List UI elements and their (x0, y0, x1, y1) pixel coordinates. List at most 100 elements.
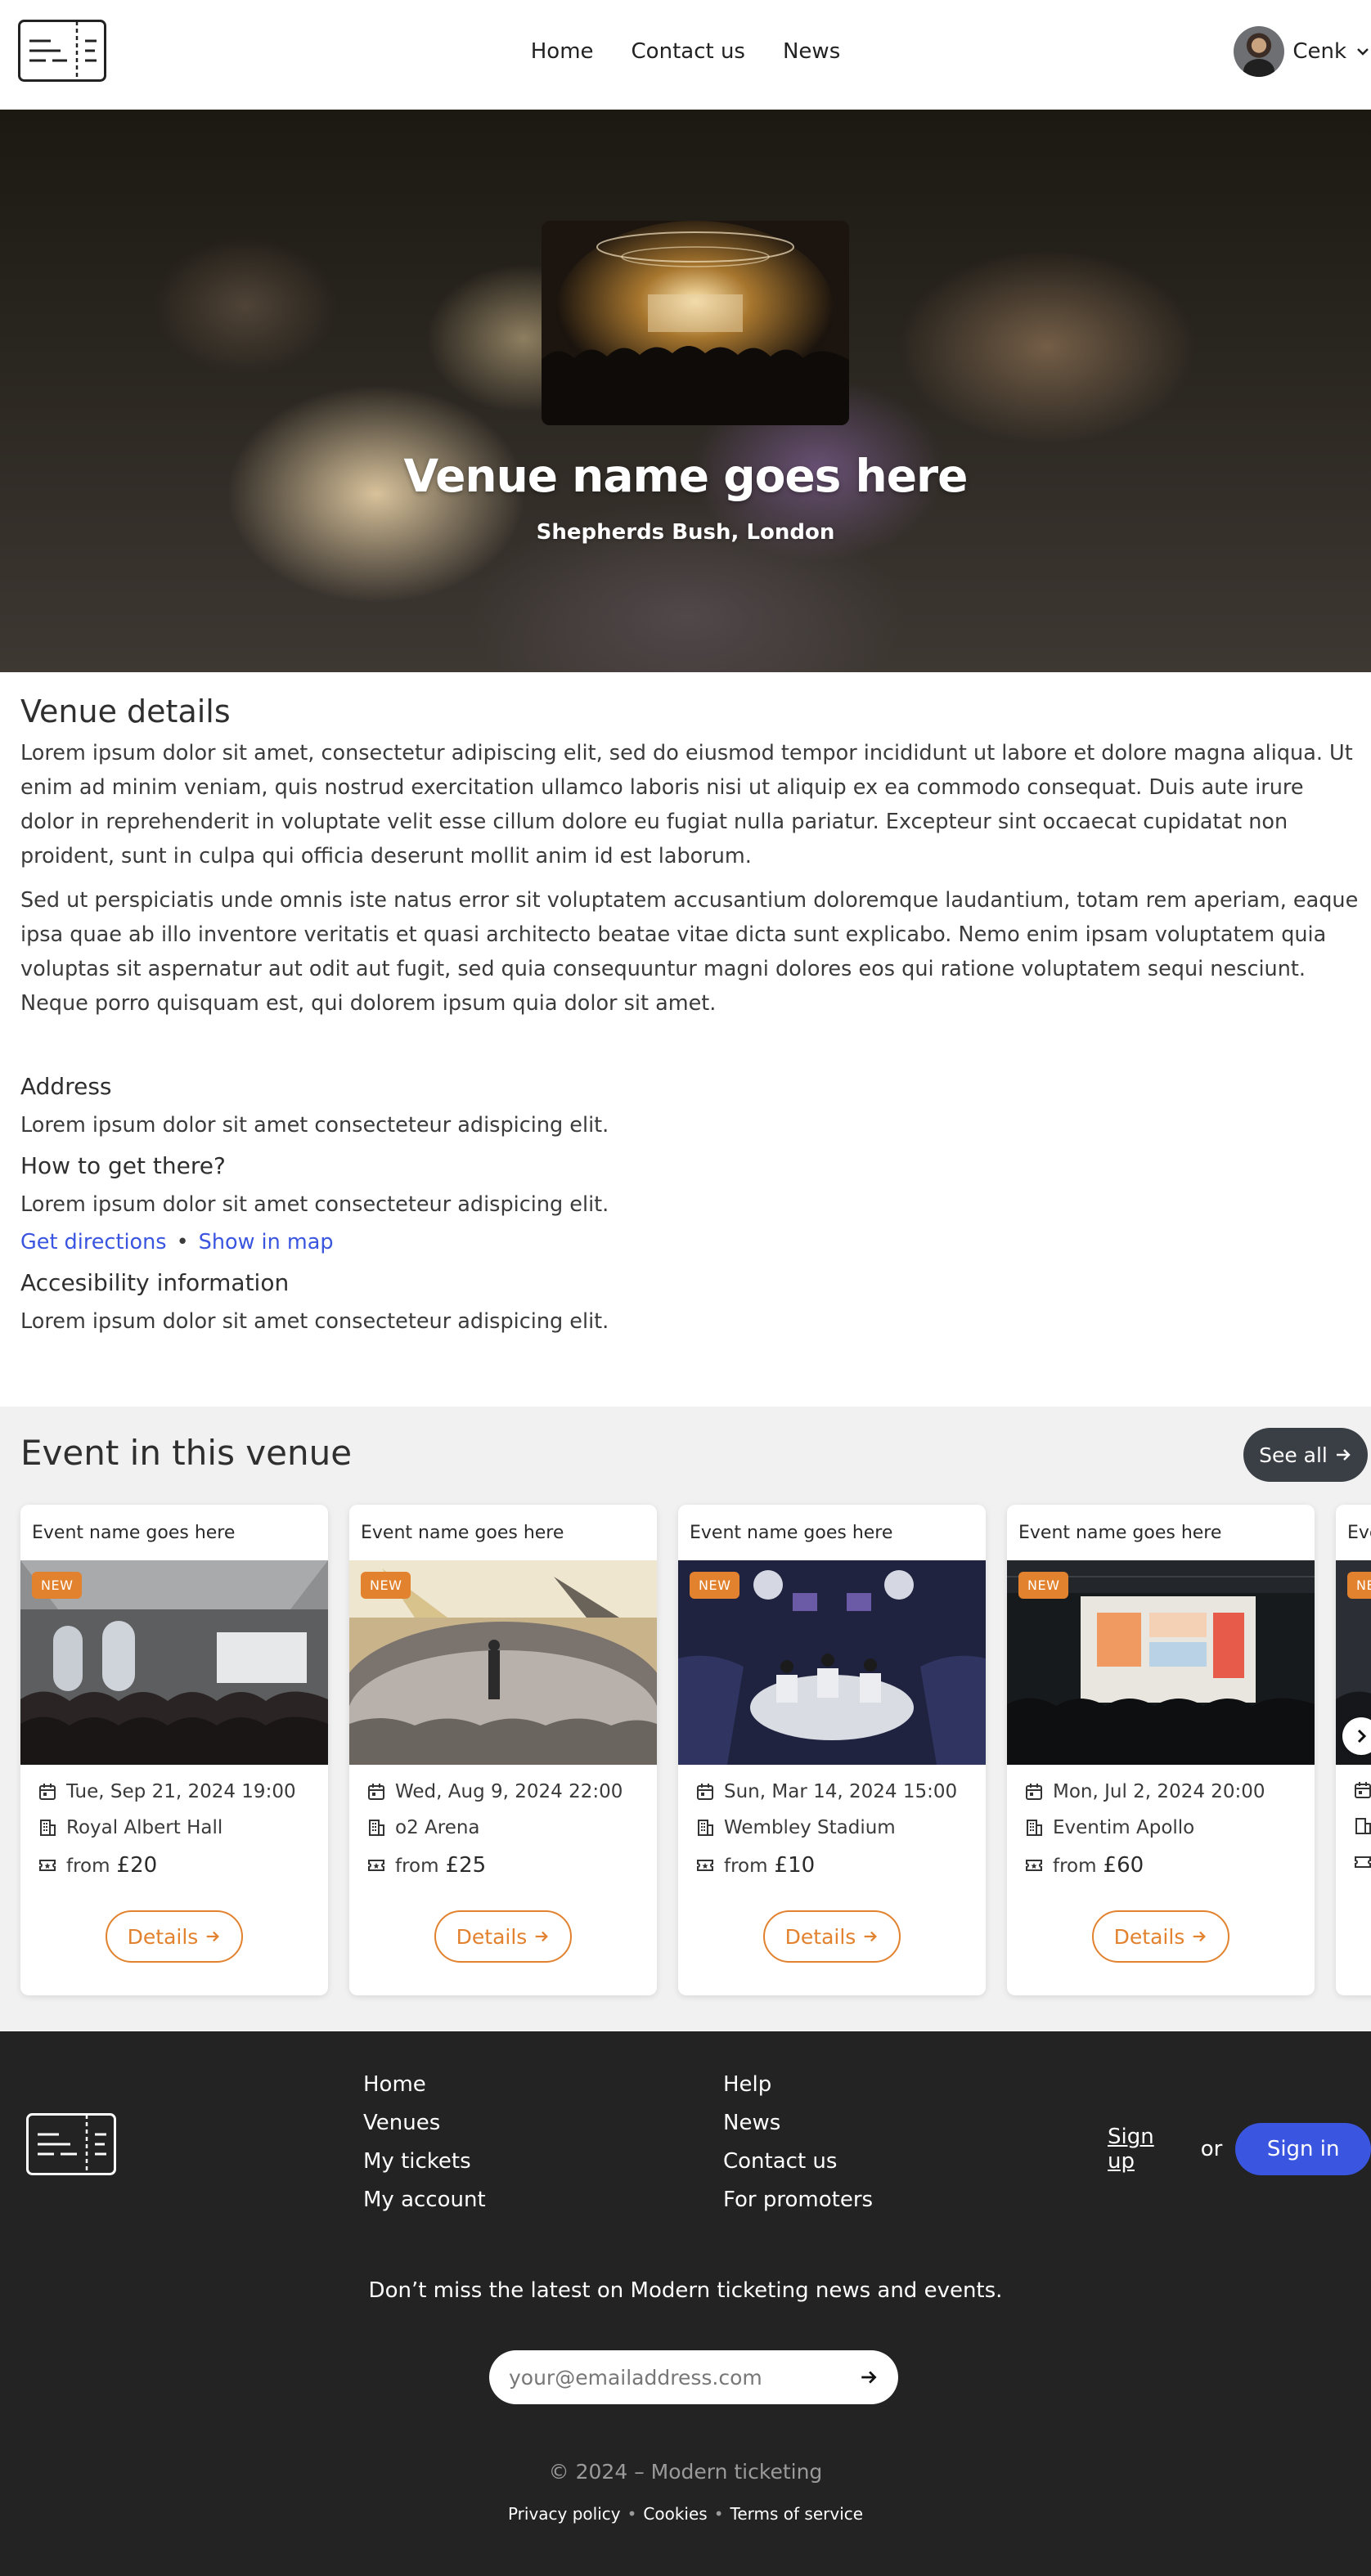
new-badge: NEW (361, 1572, 411, 1599)
footer-link-my-account[interactable]: My account (363, 2188, 486, 2213)
event-venue-text: Royal Albert Hall (66, 1817, 223, 1838)
sign-in-label: Sign in (1266, 2137, 1340, 2161)
from-label: from (1053, 1856, 1097, 1877)
event-image: NEW (1007, 1560, 1315, 1765)
event-venue: Eventim Apollo (1025, 1817, 1194, 1838)
privacy-policy-link[interactable]: Privacy policy (508, 2504, 621, 2524)
footer-link-promoters[interactable]: For promoters (723, 2188, 873, 2213)
building-icon (40, 1820, 56, 1836)
building-icon (1355, 1818, 1371, 1834)
from-label: from (724, 1856, 768, 1877)
section-heading: Venue details (20, 693, 231, 729)
details-button[interactable]: Details (434, 1910, 572, 1963)
event-date: Wed, Aug 9, 2024 22:00 (367, 1781, 623, 1802)
terms-link[interactable]: Terms of service (730, 2504, 864, 2524)
site-footer: Home Venues My tickets My account Help N… (0, 2031, 1371, 2576)
details-label: Details (127, 1924, 199, 1949)
event-carousel: Event name goes here NEW Tue, Sep 21, 20… (20, 1505, 1371, 1995)
price-value: £25 (445, 1853, 487, 1878)
address-text: Lorem ipsum dolor sit amet consecteteur … (20, 1113, 609, 1138)
venue-title: Venue name goes here (403, 450, 969, 502)
event-image: NEW (349, 1560, 657, 1765)
footer-link-home[interactable]: Home (363, 2072, 486, 2098)
address-heading: Address (20, 1073, 112, 1100)
email-field[interactable] (509, 2365, 859, 2390)
details-button[interactable]: Details (106, 1910, 243, 1963)
venue-photo (542, 221, 849, 425)
event-name: Event name goes here (361, 1523, 564, 1543)
link-separator: • (176, 1230, 189, 1254)
arrow-right-icon (1336, 1449, 1351, 1461)
footer-link-news[interactable]: News (723, 2111, 873, 2136)
nav-link-home[interactable]: Home (531, 39, 594, 64)
event-card[interactable]: Event name goes here NEW Mon, Jul 2, 202… (1007, 1505, 1315, 1995)
ticket-icon (697, 1860, 713, 1871)
event-date: Sun, Mar 14, 2024 15:00 (696, 1781, 957, 1802)
event-name: Event name goes here (690, 1523, 893, 1543)
footer-link-help[interactable]: Help (723, 2072, 873, 2098)
user-menu[interactable]: Cenk (1234, 26, 1371, 77)
footer-link-contact[interactable]: Contact us (723, 2149, 873, 2174)
details-label: Details (784, 1924, 856, 1949)
event-venue: Wembley Stadium (696, 1817, 896, 1838)
details-button[interactable]: Details (763, 1910, 901, 1963)
new-badge: NEW (32, 1572, 83, 1599)
event-name: Event name goes here (1018, 1523, 1222, 1543)
events-section: Event in this venue See all Event name g… (0, 1407, 1371, 2031)
venue-details-section: Venue details Lorem ipsum dolor sit amet… (20, 693, 1362, 1334)
show-in-map-link[interactable]: Show in map (199, 1230, 334, 1254)
sign-up-link[interactable]: Sign up (1108, 2125, 1188, 2174)
event-image: NEW (678, 1560, 986, 1765)
new-badge: NEW (690, 1572, 740, 1599)
calendar-icon (368, 1784, 384, 1800)
event-card[interactable]: Event name goes here NEW Wed, Aug 9, 202… (349, 1505, 657, 1995)
nav-link-contact[interactable]: Contact us (632, 39, 745, 64)
user-name[interactable]: Cenk (1292, 39, 1346, 64)
event-card[interactable]: Event name goes here NEW Tue, Sep 21, 20… (20, 1505, 328, 1995)
event-date-text: Mon, Jul 2, 2024 20:00 (1053, 1781, 1265, 1802)
ticket-icon (1026, 1860, 1042, 1871)
cookies-link[interactable]: Cookies (643, 2504, 707, 2524)
nav-link-news[interactable]: News (783, 39, 840, 64)
event-name: Event name goes here (1347, 1523, 1371, 1543)
footer-link-venues[interactable]: Venues (363, 2111, 486, 2136)
arrow-right-icon[interactable] (859, 2367, 879, 2387)
hero-banner: Venue name goes here Shepherds Bush, Lon… (0, 110, 1371, 672)
event-price: from £20 (38, 1853, 157, 1878)
new-badge: NEW (1347, 1572, 1371, 1599)
price-value: £60 (1103, 1853, 1144, 1878)
event-venue (1354, 1817, 1371, 1835)
description-paragraph: Sed ut perspiciatis unde omnis iste natu… (20, 888, 1359, 1016)
avatar[interactable] (1234, 26, 1285, 77)
get-directions-link[interactable]: Get directions (20, 1230, 167, 1254)
accessibility-heading: Accesibility information (20, 1269, 290, 1296)
copyright: © 2024 – Modern ticketing (548, 2460, 823, 2484)
event-venue-text: o2 Arena (395, 1817, 480, 1838)
arrow-right-icon (1193, 1931, 1207, 1942)
how-to-get-there-heading: How to get there? (20, 1152, 226, 1179)
footer-link-my-tickets[interactable]: My tickets (363, 2149, 486, 2174)
events-heading: Event in this venue (20, 1433, 353, 1473)
sign-in-button[interactable]: Sign in (1235, 2123, 1371, 2175)
event-price (1354, 1853, 1371, 1871)
event-price: from £60 (1025, 1853, 1144, 1878)
or-label: or (1200, 2137, 1223, 2161)
accessibility-text: Lorem ipsum dolor sit amet consecteteur … (20, 1309, 609, 1334)
from-label: from (395, 1856, 439, 1877)
event-name: Event name goes here (32, 1523, 236, 1543)
details-label: Details (456, 1924, 528, 1949)
footer-nav-column: Help News Contact us For promoters (723, 2072, 873, 2213)
description-paragraph: Lorem ipsum dolor sit amet, consectetur … (20, 741, 1353, 868)
ticket-icon (1355, 1856, 1371, 1868)
event-venue-text: Wembley Stadium (724, 1817, 896, 1838)
event-card[interactable]: Event name goes here NEW Sun, Mar 14, 20… (678, 1505, 986, 1995)
newsletter-form (489, 2350, 898, 2404)
chevron-down-icon[interactable] (1355, 43, 1371, 60)
event-image: NEW (20, 1560, 328, 1765)
logo-icon[interactable] (26, 2113, 116, 2175)
event-venue-text: Eventim Apollo (1053, 1817, 1195, 1838)
details-button[interactable]: Details (1092, 1910, 1229, 1963)
footer-nav-column: Home Venues My tickets My account (363, 2072, 486, 2213)
see-all-button[interactable]: See all (1243, 1428, 1368, 1482)
building-icon (369, 1820, 384, 1836)
